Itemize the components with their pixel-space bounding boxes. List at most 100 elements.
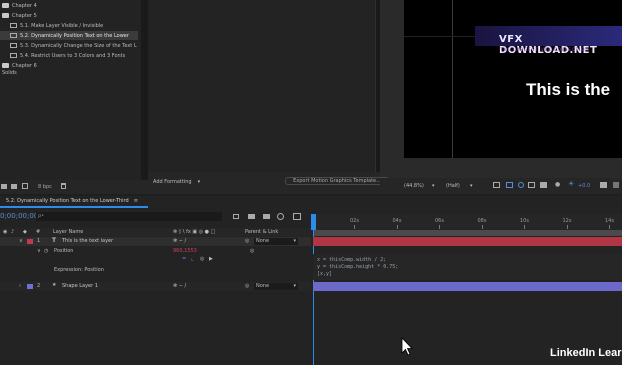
layer-color-label[interactable] [27, 239, 33, 244]
expression-line: [x,y] [317, 271, 333, 277]
sun-icon[interactable]: ☀ [568, 180, 574, 188]
camera-icon[interactable] [540, 182, 547, 188]
ruler-tick [396, 225, 398, 229]
switches-icons[interactable]: ✻ ◊ \ fx ▣ ◎ ● □ [173, 229, 215, 235]
parent-value: None [256, 238, 270, 244]
parent-dropdown[interactable]: None ▾ [254, 238, 298, 245]
col-parent[interactable]: Parent & Link [245, 229, 278, 235]
ruler-tick [566, 225, 568, 229]
property-row[interactable]: ∨ ◷ Position 960,1553 ◎ [0, 247, 311, 256]
layer-color-label[interactable] [27, 284, 33, 289]
switches-icons[interactable]: ✻ ∼ / [173, 238, 186, 244]
comp-flow-icon[interactable] [233, 214, 239, 219]
eye-icon[interactable]: ◉ [3, 229, 7, 235]
layer-name[interactable]: Shape Layer 1 [62, 283, 98, 289]
work-area-bar[interactable] [313, 230, 622, 236]
viewer-toolbar: (44.8%) ▾ (Half) ▾ ● ☀ +0.0 [380, 178, 622, 194]
layer-name[interactable]: This is the text layer [62, 238, 113, 244]
property-name: Position [54, 248, 74, 254]
ruler-tick-label: 12s [562, 218, 572, 224]
parent-dropdown[interactable]: None ▾ [254, 283, 298, 290]
region-icon[interactable] [493, 182, 500, 188]
expand-arrow-icon[interactable]: › [19, 283, 21, 289]
project-item[interactable]: 5.2. Dynamically Position Text on the Lo… [0, 31, 138, 40]
audio-icon[interactable]: ♪ [11, 229, 14, 235]
grid-icon[interactable] [506, 182, 513, 188]
text-layer-bar[interactable] [313, 237, 622, 246]
linkedin-learning-logo: LinkedIn Learning [550, 347, 622, 359]
mask-icon[interactable] [518, 182, 524, 188]
shape-layer-bar[interactable] [313, 282, 622, 291]
project-item-label: 5.1. Make Layer Visible / Invisible [20, 22, 104, 29]
show-snapshot-icon[interactable] [613, 182, 619, 188]
ruler-tick-label: 06s [435, 218, 444, 224]
project-toolbar: 8 bpc [0, 180, 148, 194]
expression-code: x = thisComp.width / 2; y = thisComp.heig… [317, 257, 618, 278]
pickwhip-icon[interactable]: ◎ [245, 238, 249, 244]
timeline-tab[interactable]: 5.2. Dynamically Position Text on the Lo… [0, 196, 148, 208]
switches-icons[interactable]: ✻ ∼ / [173, 283, 186, 289]
col-layer-name[interactable]: Layer Name [53, 229, 83, 235]
3d-view-icon[interactable] [528, 182, 535, 188]
expand-arrow-icon[interactable]: ∨ [37, 248, 41, 254]
interpret-footage-icon[interactable] [1, 184, 7, 189]
exposure-value[interactable]: +0.0 [578, 183, 590, 189]
shy-icon[interactable] [263, 214, 270, 219]
panel-divider [141, 0, 148, 180]
essential-graphics-panel [148, 0, 376, 172]
hash-icon[interactable]: # [36, 229, 40, 235]
watermark-banner: VFX DOWNLOAD.NET [475, 26, 622, 56]
snapshot-icon[interactable] [600, 182, 607, 188]
zoom-dropdown[interactable]: (44.8%) [404, 183, 424, 189]
project-item[interactable]: 5.3. Dynamically Change the Size of the … [0, 41, 137, 50]
expression-toggle-icon[interactable]: = [182, 256, 186, 262]
graph-editor-icon[interactable] [293, 213, 301, 220]
pickwhip-icon[interactable]: ◎ [200, 256, 204, 262]
menu-icon[interactable]: ≡ [134, 198, 138, 204]
bpc-label[interactable]: 8 bpc [38, 184, 52, 190]
new-folder-icon[interactable] [11, 184, 17, 189]
export-mogrt-button[interactable]: Export Motion Graphics Template... [285, 177, 389, 185]
resolution-dropdown[interactable]: (Half) [446, 183, 460, 189]
ruler-tick [609, 225, 610, 229]
add-formatting-dropdown[interactable]: Add Formatting ▾ [153, 177, 223, 186]
delete-icon[interactable] [61, 183, 66, 189]
language-menu-icon[interactable]: ▶ [209, 256, 213, 262]
project-item[interactable]: Chapter 5 [0, 11, 37, 20]
composition-viewer[interactable]: VFX DOWNLOAD.NET THE LARGEST VFX COLLECT… [380, 0, 622, 178]
new-comp-icon[interactable] [22, 183, 28, 189]
table-row[interactable]: › 2 ★ Shape Layer 1 ✻ ∼ / ◎ None ▾ [0, 282, 311, 291]
project-item-label: Chapter 4 [12, 2, 37, 9]
project-item-label: Chapter 5 [12, 12, 37, 19]
timecode[interactable]: 0;00;00;00 [0, 212, 38, 220]
mouse-cursor-icon [401, 337, 413, 356]
project-item[interactable]: Solids [0, 68, 17, 77]
stopwatch-icon[interactable]: ◷ [44, 248, 48, 254]
draft-3d-icon[interactable] [248, 214, 255, 219]
watermark-subtitle: THE LARGEST VFX COLLECTION [500, 47, 590, 52]
graph-icon[interactable]: ⌞ [191, 256, 193, 262]
guide-line [452, 0, 453, 158]
parent-value: None [256, 283, 270, 289]
expand-arrow-icon[interactable]: ∨ [19, 238, 23, 244]
essential-graphics-bottom: Add Formatting ▾ Export Motion Graphics … [148, 172, 389, 194]
pickwhip-icon[interactable]: ◎ [245, 283, 249, 289]
label-icon[interactable]: ◆ [23, 229, 27, 235]
expression-editor[interactable]: x = thisComp.width / 2; y = thisComp.heig… [313, 254, 622, 280]
tab-title: 5.2. Dynamically Position Text on the Lo… [6, 198, 129, 204]
project-item[interactable]: 5.4. Restrict Users to 3 Colors and 3 Fo… [0, 51, 125, 60]
ruler-tick [524, 225, 525, 229]
playhead-marker[interactable] [311, 214, 316, 230]
project-item[interactable]: Chapter 4 [0, 1, 37, 10]
position-value[interactable]: 960,1553 [173, 248, 197, 254]
layer-search-input[interactable]: ρ• [36, 212, 222, 221]
channel-icon[interactable]: ● [555, 181, 560, 188]
pickwhip-icon[interactable]: ◎ [250, 248, 254, 254]
project-item-label: 5.3. Dynamically Change the Size of the … [20, 42, 137, 49]
motion-blur-icon[interactable] [277, 213, 284, 220]
table-row[interactable]: ∨ 1 T This is the text layer ✻ ∼ / ◎ Non… [0, 237, 311, 246]
search-placeholder: ρ• [38, 213, 45, 219]
ruler-tick-label: 10s [520, 218, 529, 224]
chevron-down-icon: ▾ [432, 183, 435, 189]
project-item[interactable]: 5.1. Make Layer Visible / Invisible [0, 21, 103, 30]
